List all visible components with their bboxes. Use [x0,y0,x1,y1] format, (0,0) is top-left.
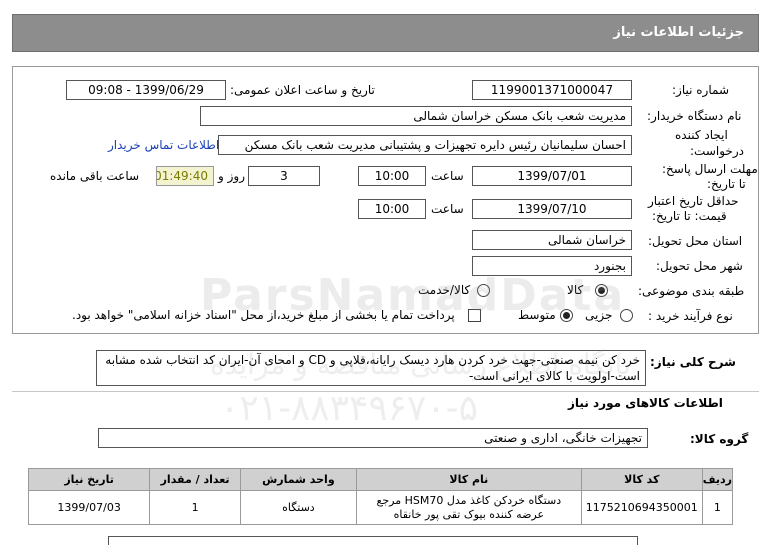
deadline-label-line1: مهلت ارسال پاسخ: [662,162,758,176]
deadline-time-field: 10:00 [358,166,426,186]
deadline-date-field: 1399/07/01 [472,166,632,186]
goods-group-label: گروه کالا: [690,432,749,446]
cell-unit: دستگاه [239,490,357,525]
days-label: روز و [218,169,245,183]
cell-need-date: 1399/07/03 [27,490,151,525]
watermark-tagline: پایگاه اطلاع رسانی مناقصه و مزایده [210,348,631,381]
buyer-contact-link[interactable]: اطلاعات تماس خریدار [108,138,219,152]
deadline-label-line2: تا تاریخ: [707,177,746,191]
remaining-label: ساعت باقی مانده [50,169,140,183]
header-item-code: کد کالا [580,468,703,491]
validity-label-line2: قیمت: تا تاریخ: [652,209,727,223]
remaining-time-field: 01:49:40 [156,166,214,186]
header-unit: واحد شمارش [239,468,357,491]
announce-label: تاریخ و ساعت اعلان عمومی: [230,83,375,97]
cell-quantity: 1 [149,490,241,525]
creator-label-line1: ایجاد کننده [675,128,728,142]
watermark-brand: ParsNamadData [200,270,626,321]
category-label: طبقه بندی موضوعی: [638,284,745,298]
process-label: نوع فرآیند خرید : [648,309,733,323]
validity-date-field: 1399/07/10 [472,199,632,219]
need-number-field: 1199001371000047 [472,80,632,100]
province-field: خراسان شمالی [472,230,632,250]
goods-group-field: تجهیزات خانگی، اداری و صنعتی [98,428,648,448]
page-title: جزئیات اطلاعات نیاز [613,25,744,40]
buyer-label: نام دستگاه خریدار: [647,109,742,123]
goods-section-title: اطلاعات کالاهای مورد نیاز [568,396,723,410]
deadline-time-label: ساعت [431,169,464,183]
table-header-row: ردیف کد کالا نام کالا واحد شمارش تعداد /… [27,468,734,491]
page-header: جزئیات اطلاعات نیاز [12,14,759,52]
cell-item-code: 1175210694350001 [580,490,703,525]
items-table: ردیف کد کالا نام کالا واحد شمارش تعداد /… [27,468,734,525]
watermark-phone: ۰۲۱-۸۸۳۴۹۶۷۰-۵ [220,388,479,429]
need-number-label: شماره نیاز: [672,83,729,97]
cell-item-name: دستگاه خردکن کاغذ مدل HSM70 مرجع عرضه کن… [355,490,582,525]
validity-time-label: ساعت [431,202,464,216]
announce-field: 1399/06/29 - 09:08 [66,80,226,100]
header-need-date: تاریخ نیاز [27,468,151,491]
province-label: استان محل تحویل: [648,234,743,248]
city-label: شهر محل تحویل: [656,259,743,273]
table-row[interactable]: 1 1175210694350001 دستگاه خردکن کاغذ مدل… [27,490,734,525]
header-item-name: نام کالا [355,468,582,491]
cell-row-number: 1 [701,490,734,525]
days-field: 3 [248,166,320,186]
validity-label-line1: حداقل تاریخ اعتبار [648,194,739,208]
creator-field: احسان سلیمانیان رئیس دایره تجهیزات و پشت… [218,135,632,155]
validity-time-field: 10:00 [358,199,426,219]
buyer-field: مدیریت شعب بانک مسکن خراسان شمالی [200,106,632,126]
bottom-description-box [108,536,638,545]
header-quantity: تعداد / مقدار [149,468,241,491]
description-label: شرح کلی نیاز: [650,355,736,369]
creator-label-line2: درخواست: [690,144,744,158]
header-row-number: ردیف [701,468,734,491]
